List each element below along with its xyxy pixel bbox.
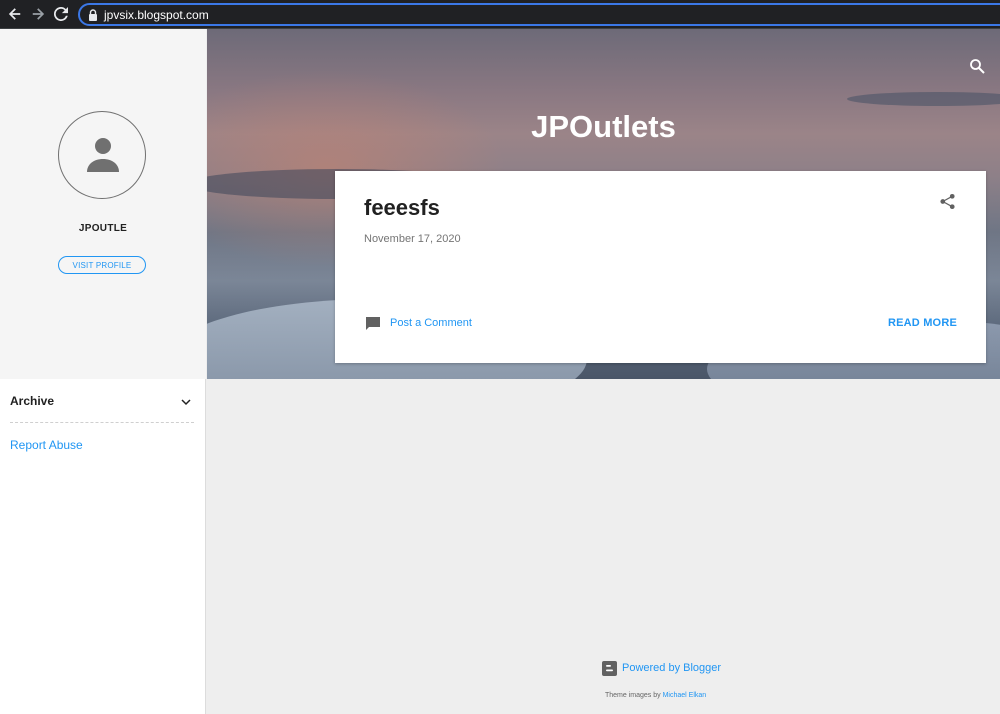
search-icon[interactable] <box>969 58 985 74</box>
person-icon <box>87 138 119 172</box>
lock-icon <box>89 9 97 21</box>
read-more-link[interactable]: READ MORE <box>888 317 957 329</box>
cloud-shape <box>847 92 1000 106</box>
theme-credit: Theme images by Michael Elkan <box>605 692 706 699</box>
post-date: November 17, 2020 <box>364 233 461 245</box>
post-card: feeesfs November 17, 2020 Post a Comment… <box>335 171 986 363</box>
chevron-down-icon <box>181 399 191 406</box>
powered-by-text: Powered by Blogger <box>622 662 722 674</box>
theme-author-link[interactable]: Michael Elkan <box>663 692 707 699</box>
report-abuse-link[interactable]: Report Abuse <box>10 438 83 452</box>
comment-icon[interactable] <box>365 316 381 332</box>
reload-button[interactable] <box>53 6 69 22</box>
forward-button[interactable] <box>30 6 46 22</box>
share-icon[interactable] <box>939 193 956 210</box>
url-text: jpvsix.blogspot.com <box>104 8 209 22</box>
back-button[interactable] <box>7 6 23 22</box>
back-arrow-icon <box>8 8 21 20</box>
post-comment-link[interactable]: Post a Comment <box>390 317 472 329</box>
visit-profile-button[interactable]: VISIT PROFILE <box>58 256 146 274</box>
browser-toolbar: jpvsix.blogspot.com <box>0 0 1000 29</box>
archive-toggle[interactable]: Archive <box>10 393 194 423</box>
sidebar: JPOUTLE VISIT PROFILE Archive Report Abu… <box>0 29 206 714</box>
powered-by-blogger[interactable]: Powered by Blogger <box>602 659 721 677</box>
archive-label: Archive <box>10 394 55 408</box>
theme-credit-prefix: Theme images by <box>605 692 663 699</box>
profile-name: JPOUTLE <box>78 223 128 234</box>
forward-arrow-icon <box>32 8 45 20</box>
post-title[interactable]: feeesfs <box>364 195 440 221</box>
avatar[interactable] <box>58 111 146 199</box>
address-bar[interactable]: jpvsix.blogspot.com <box>78 3 1000 26</box>
site-title[interactable]: JPOutlets <box>207 109 1000 145</box>
profile-section: JPOUTLE VISIT PROFILE <box>0 29 206 379</box>
reload-icon <box>54 7 68 21</box>
blogger-icon <box>602 660 617 676</box>
